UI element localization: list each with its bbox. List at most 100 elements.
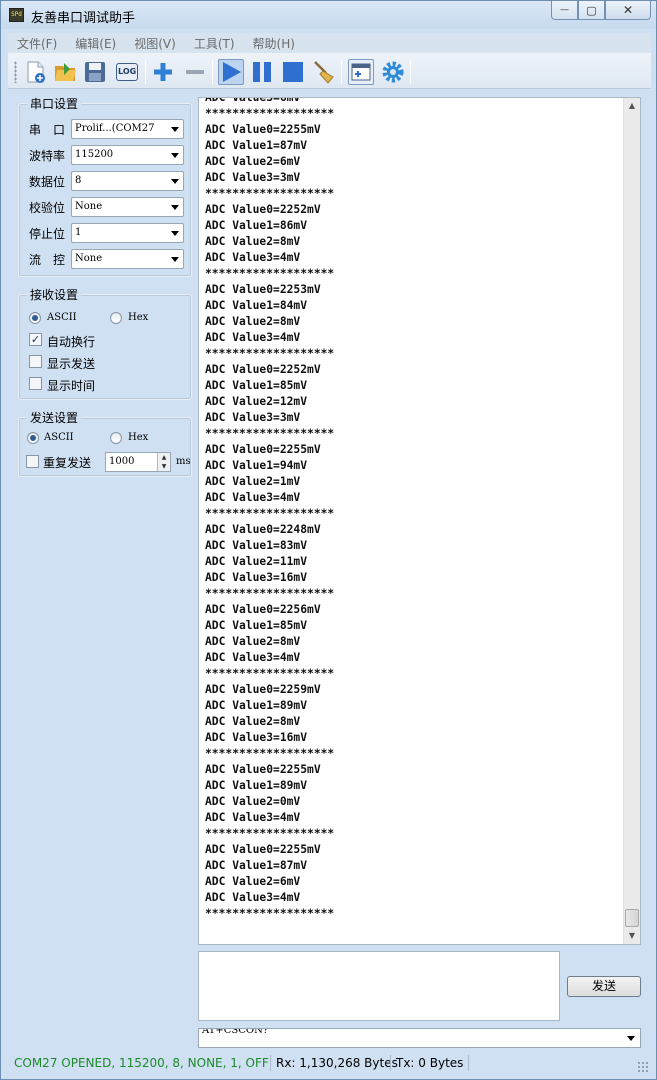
send-ascii-radio[interactable] xyxy=(27,432,39,444)
receive-settings-group: 接收设置 ASCII Hex ✓ 自动换行 显示发送 显示时间 xyxy=(18,286,192,400)
interval-unit: ms xyxy=(176,456,191,467)
chevron-down-icon xyxy=(627,1036,635,1041)
chevron-down-icon xyxy=(171,205,179,210)
port-select[interactable]: Prolif...(COM27 xyxy=(71,119,184,139)
open-folder-icon[interactable] xyxy=(52,59,78,85)
flowcontrol-label: 流 控 xyxy=(29,253,66,267)
scroll-down-icon[interactable]: ▼ xyxy=(624,928,640,944)
resize-grip[interactable] xyxy=(637,1061,649,1073)
show-time-checkbox[interactable] xyxy=(29,377,42,390)
receive-area[interactable]: ADC Value3=6mV ******************* ADC V… xyxy=(198,97,641,945)
command-history-select[interactable]: AT+CSCON? xyxy=(198,1028,641,1048)
interval-spinner[interactable]: ▲ ▼ xyxy=(157,453,170,471)
status-rx: Rx: 1,130,268 Bytes xyxy=(276,1056,398,1070)
send-hex-label: Hex xyxy=(128,432,149,443)
toolbar-separator xyxy=(212,60,213,84)
show-send-checkbox[interactable] xyxy=(29,355,42,368)
scroll-up-icon[interactable]: ▲ xyxy=(624,98,640,114)
window-title: 友善串口调试助手 xyxy=(31,11,136,26)
log-label: LOG xyxy=(118,67,137,76)
parity-label: 校验位 xyxy=(29,201,66,215)
clear-broom-icon[interactable] xyxy=(311,59,337,85)
port-value: Prolif...(COM27 xyxy=(75,123,155,134)
app-icon: SPd xyxy=(9,8,24,22)
send-hex-radio[interactable] xyxy=(110,432,122,444)
chevron-down-icon xyxy=(171,231,179,236)
play-icon[interactable] xyxy=(218,59,244,85)
repeat-send-checkbox[interactable] xyxy=(26,455,39,468)
save-icon[interactable] xyxy=(82,59,108,85)
flowcontrol-value: None xyxy=(75,253,103,264)
repeat-send-label: 重复发送 xyxy=(43,456,92,470)
receive-scrollbar[interactable]: ▲ ▼ xyxy=(623,98,640,944)
serial-settings-title: 串口设置 xyxy=(27,95,82,112)
toolbar-grip[interactable] xyxy=(14,61,17,83)
new-file-icon[interactable] xyxy=(22,59,48,85)
status-separator xyxy=(270,1055,271,1071)
settings-gear-icon[interactable] xyxy=(380,59,406,85)
databits-value: 8 xyxy=(75,175,82,186)
new-window-icon[interactable] xyxy=(348,59,374,85)
spin-up-icon[interactable]: ▲ xyxy=(158,453,170,462)
repeat-interval-input[interactable]: 1000 ▲ ▼ xyxy=(105,452,171,472)
receive-hex-label: Hex xyxy=(128,312,149,323)
baudrate-label: 波特率 xyxy=(29,149,66,163)
pause-icon[interactable] xyxy=(249,59,275,85)
receive-hex-radio[interactable] xyxy=(110,312,122,324)
status-separator xyxy=(468,1055,469,1071)
status-tx: Tx: 0 Bytes xyxy=(396,1056,464,1070)
status-connection: COM27 OPENED, 115200, 8, NONE, 1, OFF xyxy=(14,1056,269,1070)
stopbits-label: 停止位 xyxy=(29,227,66,241)
toolbar-separator xyxy=(145,60,146,84)
command-history-value: AT+CSCON? xyxy=(202,1028,269,1036)
toolbar-separator xyxy=(410,60,411,84)
receive-ascii-radio[interactable] xyxy=(29,312,41,324)
menu-help[interactable]: 帮助(H) xyxy=(244,35,304,52)
flowcontrol-select[interactable]: None xyxy=(71,249,184,269)
baudrate-select[interactable]: 115200 xyxy=(71,145,184,165)
serial-settings-group: 串口设置 串 口 Prolif...(COM27 波特率 115200 数据位 … xyxy=(18,95,192,277)
close-icon: ✕ xyxy=(622,3,634,17)
maximize-button[interactable]: ▢ xyxy=(578,1,605,20)
auto-wrap-checkbox[interactable]: ✓ xyxy=(29,333,42,346)
title-bar[interactable]: SPd 友善串口调试助手 — ▢ ✕ xyxy=(1,1,656,29)
spin-down-icon[interactable]: ▼ xyxy=(158,462,170,471)
window-controls: — ▢ ✕ xyxy=(551,1,651,21)
parity-select[interactable]: None xyxy=(71,197,184,217)
receive-settings-title: 接收设置 xyxy=(27,286,82,303)
send-settings-group: 发送设置 ASCII Hex 重复发送 1000 ▲ ▼ ms xyxy=(18,409,192,477)
menu-view[interactable]: 视图(V) xyxy=(125,35,185,52)
auto-wrap-label: 自动换行 xyxy=(47,335,96,349)
stop-icon[interactable] xyxy=(280,59,306,85)
add-icon[interactable] xyxy=(150,59,176,85)
log-icon[interactable]: LOG xyxy=(114,59,140,85)
toolbar-separator xyxy=(341,60,342,84)
receive-text: ADC Value3=6mV ******************* ADC V… xyxy=(205,97,335,920)
scroll-thumb[interactable] xyxy=(625,909,639,927)
repeat-interval-value: 1000 xyxy=(109,456,135,467)
databits-select[interactable]: 8 xyxy=(71,171,184,191)
baudrate-value: 115200 xyxy=(75,149,114,160)
close-button[interactable]: ✕ xyxy=(605,1,651,20)
show-time-label: 显示时间 xyxy=(47,379,96,393)
menu-edit[interactable]: 编辑(E) xyxy=(66,35,125,52)
maximize-icon: ▢ xyxy=(586,3,597,17)
chevron-down-icon xyxy=(171,153,179,158)
port-label: 串 口 xyxy=(29,123,66,137)
remove-icon[interactable] xyxy=(182,59,208,85)
status-bar: COM27 OPENED, 115200, 8, NONE, 1, OFF Rx… xyxy=(8,1051,651,1075)
parity-value: None xyxy=(75,201,103,212)
main-window: SPd 友善串口调试助手 — ▢ ✕ 文件(F) 编辑(E) 视图(V) 工具(… xyxy=(0,0,657,1080)
chevron-down-icon xyxy=(171,127,179,132)
minimize-button[interactable]: — xyxy=(551,1,578,20)
send-input[interactable] xyxy=(198,951,560,1021)
menu-file[interactable]: 文件(F) xyxy=(8,35,66,52)
databits-label: 数据位 xyxy=(29,175,66,189)
send-ascii-label: ASCII xyxy=(44,432,74,443)
stopbits-value: 1 xyxy=(75,227,82,238)
stopbits-select[interactable]: 1 xyxy=(71,223,184,243)
send-button[interactable]: 发送 xyxy=(567,976,641,997)
toolbar: LOG xyxy=(8,53,651,89)
menu-tools[interactable]: 工具(T) xyxy=(185,35,244,52)
send-settings-title: 发送设置 xyxy=(27,409,82,426)
